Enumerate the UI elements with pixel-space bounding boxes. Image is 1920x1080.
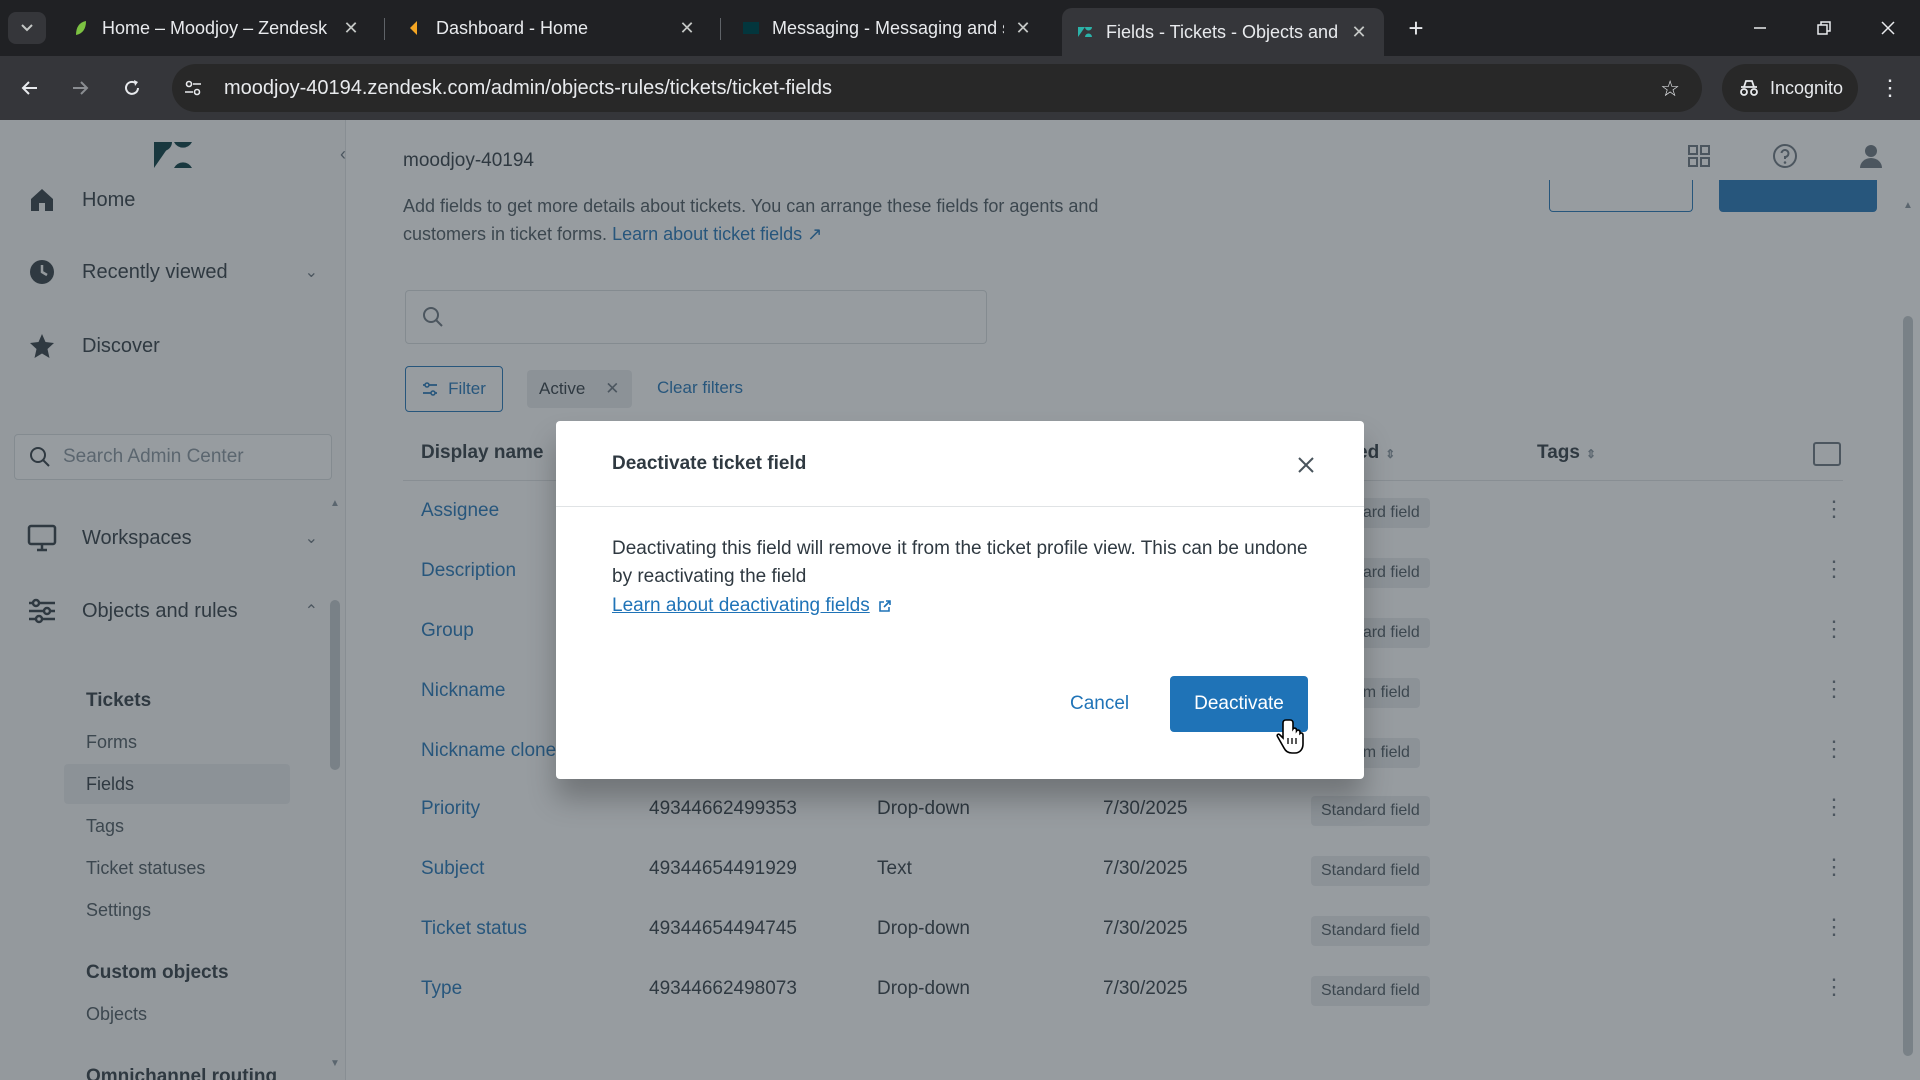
modal-header: Deactivate ticket field (556, 421, 1364, 507)
zendesk-leaf-favicon-icon (76, 21, 86, 35)
reload-icon[interactable] (114, 70, 150, 106)
hand-pointer-cursor-icon (1276, 719, 1304, 754)
incognito-label: Incognito (1770, 77, 1844, 98)
url-text[interactable]: moodjoy-40194.zendesk.com/admin/objects-… (224, 77, 832, 100)
tab-title: Fields - Tickets - Objects and ru (1106, 21, 1340, 42)
zendesk-favicon-icon (743, 22, 759, 34)
browser-menu-icon[interactable]: ⋮ (1872, 70, 1908, 106)
address-bar[interactable]: moodjoy-40194.zendesk.com/admin/objects-… (172, 64, 1702, 112)
forward-arrow-icon[interactable] (62, 70, 98, 106)
tab-dashboard-home[interactable]: Dashboard - Home ✕ (392, 8, 712, 48)
external-link-icon (878, 600, 891, 612)
tab-search-button[interactable] (8, 12, 46, 44)
link-text[interactable]: Learn about deactivating fields (612, 595, 870, 617)
incognito-indicator[interactable]: Incognito (1722, 64, 1858, 112)
close-icon[interactable] (1286, 445, 1326, 485)
close-icon[interactable]: ✕ (1348, 22, 1370, 43)
bookmark-star-icon[interactable]: ☆ (1660, 76, 1680, 102)
zendesk-logo-favicon-icon (1078, 27, 1092, 37)
tab-title: Home – Moodjoy – Zendesk (102, 17, 328, 38)
close-icon[interactable]: ✕ (676, 18, 698, 39)
minimize-icon[interactable] (1740, 10, 1780, 46)
new-tab-plus-icon[interactable]: + (1400, 12, 1432, 44)
modal-body-text: Deactivating this field will remove it f… (612, 538, 1308, 587)
tab-title: Messaging - Messaging and so (772, 17, 1004, 38)
browser-tab-strip: Home – Moodjoy – Zendesk ✕ Dashboard - H… (0, 0, 1920, 56)
tab-messaging[interactable]: Messaging - Messaging and so ✕ (728, 8, 1048, 48)
back-arrow-icon[interactable] (12, 70, 48, 106)
deactivate-field-dialog: Deactivate ticket field Deactivating thi… (556, 421, 1364, 779)
browser-toolbar: moodjoy-40194.zendesk.com/admin/objects-… (0, 56, 1920, 120)
chevron-down-icon (21, 24, 33, 32)
window-close-icon[interactable] (1868, 10, 1908, 46)
tab-fields-tickets[interactable]: Fields - Tickets - Objects and ru ✕ (1062, 8, 1384, 56)
diamond-favicon-icon (410, 21, 417, 35)
modal-title: Deactivate ticket field (612, 453, 807, 474)
site-settings-icon[interactable] (182, 77, 204, 99)
tab-separator (720, 18, 721, 40)
incognito-icon (1740, 80, 1758, 96)
tab-separator (384, 18, 385, 40)
close-icon[interactable]: ✕ (1012, 18, 1034, 39)
tab-home-zendesk[interactable]: Home – Moodjoy – Zendesk ✕ (58, 8, 376, 48)
close-icon[interactable]: ✕ (340, 18, 362, 39)
cancel-button[interactable]: Cancel (1048, 676, 1151, 732)
learn-about-deactivating-fields-link[interactable]: Learn about deactivating fields (612, 595, 892, 617)
tab-title: Dashboard - Home (436, 17, 589, 38)
restore-icon[interactable] (1804, 10, 1844, 46)
